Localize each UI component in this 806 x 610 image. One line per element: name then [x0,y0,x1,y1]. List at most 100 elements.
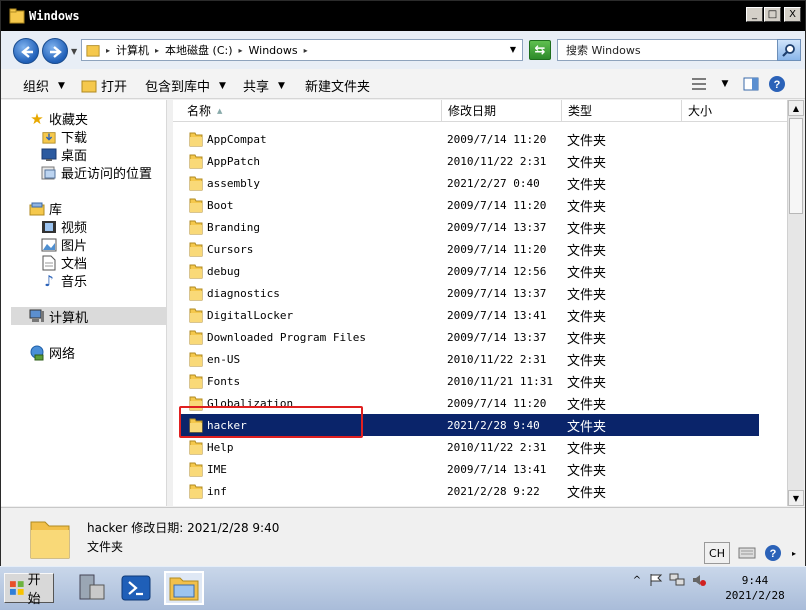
nav-recent-places[interactable]: 最近访问的位置 [41,163,152,182]
nav-desktop[interactable]: 桌面 [41,145,87,164]
organize-button[interactable]: 组织 ▼ [23,76,65,95]
file-row[interactable]: Fonts 2010/11/21 11:31 文件夹 [181,370,759,392]
file-row[interactable]: Boot 2009/7/14 11:20 文件夹 [181,194,759,216]
keyboard-icon[interactable] [736,542,758,564]
powershell-taskbar-button[interactable] [116,571,156,605]
clock[interactable]: 9:44 2021/2/28 [720,573,790,603]
address-bar[interactable]: ▸ 计算机 ▸ 本地磁盘 (C:) ▸ Windows ▸ ▼ [81,39,523,61]
document-icon [41,255,57,271]
lang-help-icon[interactable]: ? [762,542,784,564]
scroll-down-icon[interactable]: ▼ [788,490,804,506]
file-row[interactable]: Branding 2009/7/14 13:37 文件夹 [181,216,759,238]
file-row[interactable]: debug 2009/7/14 12:56 文件夹 [181,260,759,282]
explorer-taskbar-button[interactable] [164,571,204,605]
file-name: Help [207,440,234,454]
nav-videos[interactable]: 视频 [41,217,87,236]
column-header-type[interactable]: 类型 [562,100,682,122]
video-icon [41,219,57,235]
folder-large-icon [30,521,70,559]
scroll-up-icon[interactable]: ▲ [788,100,804,116]
close-button[interactable]: X [784,7,801,22]
help-button[interactable]: ? [767,75,787,93]
downloads-folder-icon [41,129,57,145]
network-tray-icon[interactable] [666,573,688,587]
start-button[interactable]: 开始 [4,573,54,607]
refresh-button[interactable]: ⇆ [529,40,551,60]
scrollbar-thumb[interactable] [789,118,803,214]
folder-icon [189,484,203,499]
breadcrumb-computer[interactable]: 计算机 [116,42,149,58]
column-header-size[interactable]: 大小 [682,100,787,122]
recent-pages-dropdown-icon[interactable]: ▼ [71,47,77,56]
chevron-right-icon[interactable]: ▸ [106,46,110,55]
column-header-date[interactable]: 修改日期 [442,100,562,122]
search-button[interactable] [777,39,801,61]
column-header-name[interactable]: 名称 ▲ [173,100,442,122]
chevron-down-icon[interactable]: ▼ [510,45,516,54]
taskbar: 开始 ^ 9:44 2021/2/28 [0,566,806,610]
file-row[interactable]: Help 2010/11/22 2:31 文件夹 [181,436,759,458]
file-row[interactable]: Downloaded Program Files 2009/7/14 13:37 文… [181,326,759,348]
file-date: 2009/7/14 13:37 [447,330,547,344]
minimize-button[interactable]: _ [746,7,763,22]
file-row[interactable]: AppCompat 2009/7/14 11:20 文件夹 [181,128,759,150]
nav-computer[interactable]: 计算机 [11,307,167,326]
preview-pane-button[interactable] [741,75,761,93]
chevron-right-icon[interactable]: ▸ [304,46,308,55]
file-row[interactable]: assembly 2021/2/27 0:40 文件夹 [181,172,759,194]
nav-music[interactable]: ♪ 音乐 [41,271,87,291]
file-row[interactable]: Globalization 2009/7/14 11:20 文件夹 [181,392,759,414]
nav-documents[interactable]: 文档 [41,253,87,272]
share-button[interactable]: 共享 ▼ [243,76,285,95]
file-type: 文件夹 [567,485,607,501]
open-button[interactable]: 打开 [81,76,127,95]
breadcrumb-windows[interactable]: Windows [249,44,298,57]
explorer-folder-icon [169,577,199,601]
file-row[interactable]: AppPatch 2010/11/22 2:31 文件夹 [181,150,759,172]
chevron-right-icon[interactable]: ▸ [155,46,159,55]
back-button[interactable] [13,38,39,64]
vertical-scrollbar[interactable]: ▲ ▼ [787,100,804,506]
nav-videos-label: 视频 [61,221,88,236]
nav-libraries[interactable]: 库 [29,199,62,218]
picture-icon [41,237,57,253]
nav-downloads[interactable]: 下载 [41,127,87,146]
column-size-label: 大小 [688,104,713,118]
file-row[interactable]: en-US 2010/11/22 2:31 文件夹 [181,348,759,370]
file-row[interactable]: inf 2021/2/28 9:22 文件夹 [181,480,759,502]
nav-favorites[interactable]: ★ 收藏夹 [29,109,88,129]
maximize-button[interactable]: □ [764,7,781,22]
file-name: Branding [207,220,260,234]
search-box[interactable] [557,39,801,61]
view-options-button[interactable] [689,75,709,93]
language-indicator[interactable]: CH [704,542,730,564]
title-bar[interactable]: Windows _ □ X [1,1,805,31]
search-input[interactable] [566,43,766,57]
file-date: 2010/11/22 2:31 [447,440,547,454]
include-in-library-button[interactable]: 包含到库中 ▼ [145,76,226,95]
file-row[interactable]: hacker 2021/2/28 9:40 文件夹 [181,414,759,436]
nav-pictures[interactable]: 图片 [41,235,87,254]
show-hidden-icons-icon[interactable]: ^ [628,575,646,586]
file-row[interactable]: IME 2009/7/14 13:41 文件夹 [181,458,759,480]
file-date: 2009/7/14 13:37 [447,286,547,300]
forward-button[interactable] [42,38,68,64]
file-row[interactable]: DigitalLocker 2009/7/14 13:41 文件夹 [181,304,759,326]
folder-icon [189,418,203,433]
breadcrumb-local-disk[interactable]: 本地磁盘 (C:) [165,42,232,58]
nav-recent-places-label: 最近访问的位置 [61,167,153,182]
volume-muted-icon[interactable] [688,573,710,587]
file-row[interactable]: diagnostics 2009/7/14 13:37 文件夹 [181,282,759,304]
nav-pictures-label: 图片 [61,239,88,254]
server-manager-taskbar-button[interactable] [70,571,110,605]
new-folder-button[interactable]: 新建文件夹 [305,76,370,95]
file-type: 文件夹 [567,331,607,347]
view-dropdown-button[interactable]: ▼ [715,75,735,93]
langbar-options-icon[interactable]: ▸ [788,542,800,564]
chevron-right-icon[interactable]: ▸ [239,46,243,55]
file-row[interactable]: Cursors 2009/7/14 11:20 文件夹 [181,238,759,260]
file-list: 名称 ▲ 修改日期 类型 大小 AppCompat 2009/7/14 11:20 文… [173,100,787,506]
flag-icon[interactable] [646,573,666,587]
file-type: 文件夹 [567,155,607,171]
nav-network[interactable]: 网络 [29,343,75,362]
